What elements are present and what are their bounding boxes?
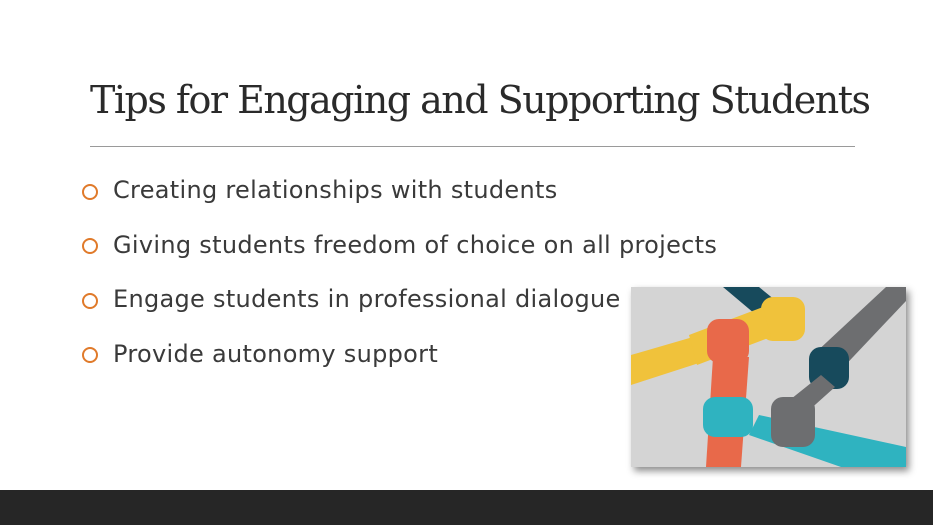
bullet-list: Creating relationships with students Giv…: [82, 163, 717, 381]
list-item: Engage students in professional dialogue: [82, 272, 717, 327]
teamwork-hands-image: [631, 287, 906, 467]
slide-title: Tips for Engaging and Supporting Student…: [90, 78, 871, 122]
list-item: Provide autonomy support: [82, 327, 717, 382]
bullet-text: Giving students freedom of choice on all…: [113, 230, 718, 259]
bullet-circle-icon: [82, 183, 98, 200]
footer-bar: [0, 490, 933, 525]
bullet-circle-icon: [82, 292, 98, 309]
title-divider: [90, 146, 855, 147]
bullet-text: Creating relationships with students: [113, 176, 558, 205]
bullet-text: Provide autonomy support: [113, 339, 439, 368]
joined-hands-icon: [631, 287, 906, 467]
bullet-circle-icon: [82, 238, 98, 255]
bullet-circle-icon: [82, 347, 98, 364]
bullet-text: Engage students in professional dialogue: [113, 285, 621, 314]
list-item: Giving students freedom of choice on all…: [82, 218, 717, 273]
list-item: Creating relationships with students: [82, 163, 717, 218]
